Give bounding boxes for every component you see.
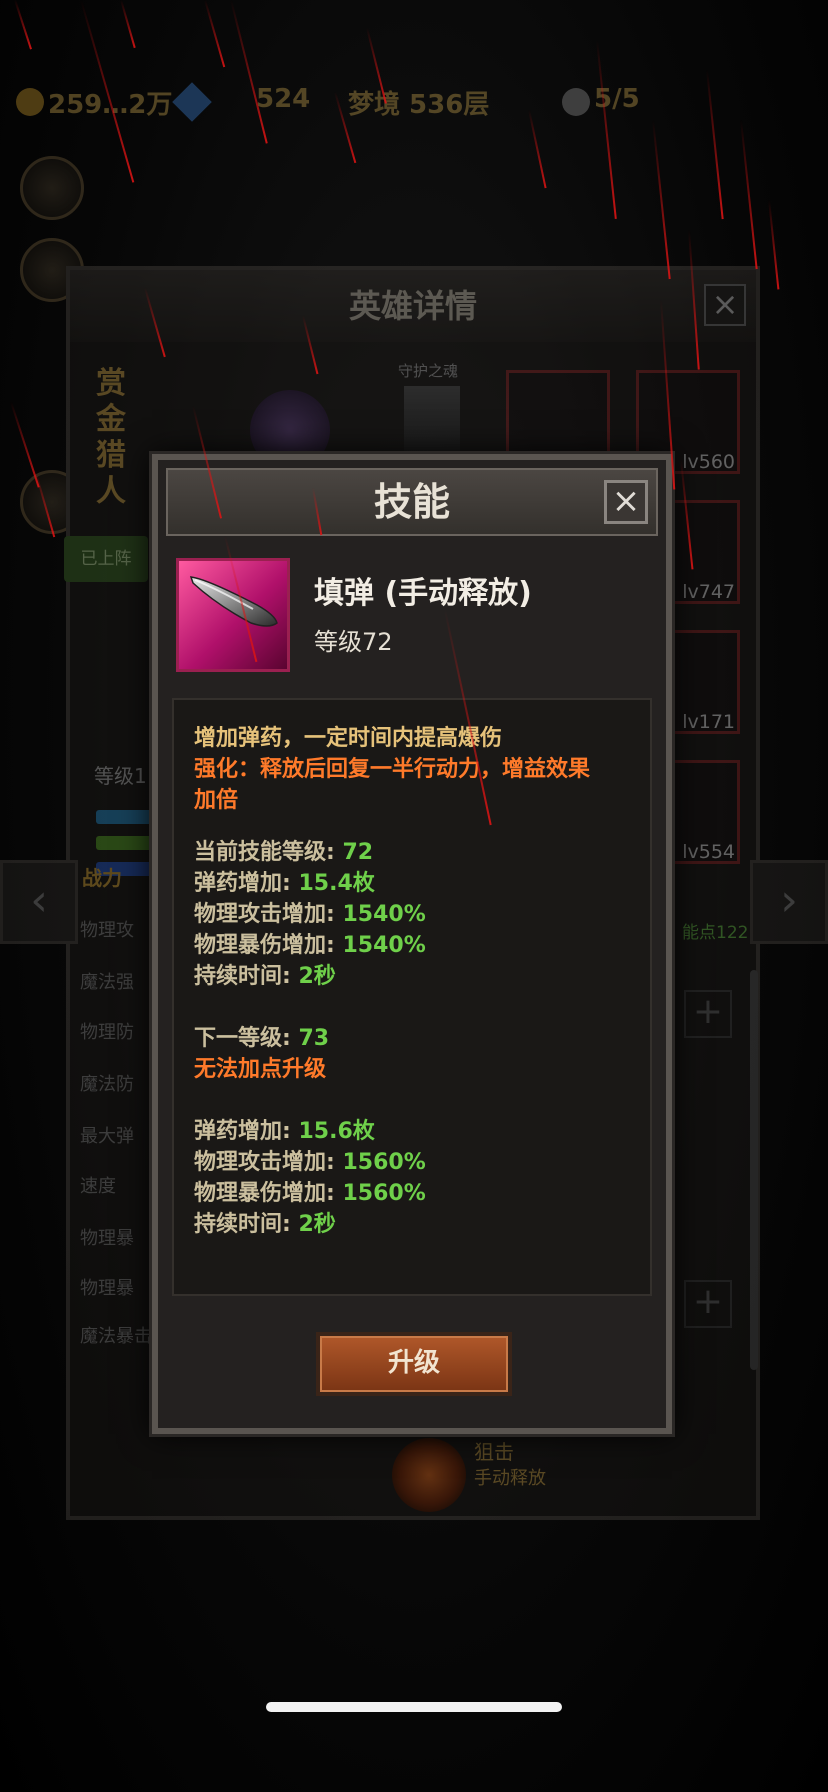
skill-points: 能点122: [682, 923, 749, 943]
duration-label: 持续时间:: [194, 964, 299, 989]
patk-value: 1560%: [342, 1150, 426, 1175]
equipment-level: lv747: [682, 581, 735, 603]
skill-effect-text: 增加弹药，一定时间内提高爆伤: [194, 726, 503, 751]
guard-soul-label: 守护之魂: [398, 362, 459, 380]
stat-bar-green: [96, 836, 156, 850]
combat-power-label: 战力: [82, 866, 122, 890]
patk-label: 物理攻击增加:: [194, 1150, 343, 1175]
skill-modal: 技能 × 填弹 (手动释放) 等级72 增加弹药，一定时间内提高爆伤 强化：释放…: [152, 454, 672, 1434]
add-skill-point-button[interactable]: +: [684, 1280, 732, 1328]
hero-panel-close-button[interactable]: ×: [704, 284, 746, 326]
hero-level-label: 等级1: [94, 764, 147, 788]
duration-label: 持续时间:: [194, 1212, 299, 1237]
current-level-label: 当前技能等级:: [194, 840, 343, 865]
snipe-skill-name: 狙击: [474, 1440, 514, 1464]
current-pcrit-row: 物理暴伤增加: 1540%: [194, 927, 426, 959]
gem-amount: 524: [256, 84, 311, 114]
equipment-level: lv560: [682, 451, 735, 473]
stat-label: 物理防: [80, 1022, 134, 1043]
next-pcrit-row: 物理暴伤增加: 1560%: [194, 1175, 426, 1207]
skill-description: 增加弹药，一定时间内提高爆伤 强化：释放后回复一半行动力，增益效果 加倍 当前技…: [172, 698, 652, 1296]
hero-name: 赏金猎人: [96, 366, 126, 509]
gem-icon: [172, 82, 212, 122]
stat-label: 物理暴: [80, 1278, 134, 1299]
on-field-badge: 已上阵: [64, 536, 148, 582]
current-level-value: 72: [342, 840, 374, 865]
stat-bar-blue: [96, 810, 156, 824]
gold-coin-icon: [16, 88, 44, 116]
duration-value: 2秒: [298, 964, 336, 989]
current-level-row: 当前技能等级: 72: [194, 834, 373, 866]
pcrit-label: 物理暴伤增加:: [194, 1181, 343, 1206]
previous-hero-button[interactable]: ‹: [0, 860, 78, 944]
skull-icon: [562, 88, 590, 116]
patk-value: 1540%: [342, 902, 426, 927]
close-button[interactable]: ×: [604, 480, 648, 524]
enhance-text: 强化：释放后回复一半行动力，增益效果: [194, 757, 591, 782]
stat-label: 物理暴: [80, 1228, 134, 1249]
upgrade-button[interactable]: 升级: [316, 1332, 512, 1396]
next-level-row: 下一等级: 73: [194, 1020, 329, 1052]
guard-soul-icon[interactable]: [404, 386, 460, 456]
next-patk-row: 物理攻击增加: 1560%: [194, 1144, 426, 1176]
ammo-value: 15.4枚: [298, 871, 375, 896]
stat-label: 最大弹: [80, 1126, 134, 1147]
pcrit-label: 物理暴伤增加:: [194, 933, 343, 958]
snipe-skill-icon[interactable]: [392, 1438, 466, 1512]
skill-summary: 填弹 (手动释放) 等级72: [176, 558, 654, 678]
ammo-label: 弹药增加:: [194, 1119, 299, 1144]
stat-label: 魔法防: [80, 1074, 134, 1095]
skill-name: 填弹 (手动释放): [314, 576, 532, 611]
next-hero-button[interactable]: ›: [750, 860, 828, 944]
hero-panel-title: 英雄详情: [70, 270, 756, 342]
skill-modal-title: 技能: [373, 480, 450, 524]
patk-label: 物理攻击增加:: [194, 902, 343, 927]
enhance-text-cont: 加倍: [194, 788, 239, 813]
resource-bar: 259…2万 524 梦境 536层 5/5: [0, 78, 828, 128]
current-patk-row: 物理攻击增加: 1540%: [194, 896, 426, 928]
cannot-upgrade-text: 无法加点升级: [194, 1057, 327, 1082]
stat-label: 魔法强: [80, 972, 134, 993]
skill-level: 等级72: [314, 628, 393, 656]
skill-modal-header: 技能 ×: [166, 468, 658, 536]
equipment-level: lv554: [682, 841, 735, 863]
duration-value: 2秒: [298, 1212, 336, 1237]
snipe-skill-type: 手动释放: [474, 1468, 546, 1489]
equipment-level: lv171: [682, 711, 735, 733]
ammo-value: 15.6枚: [298, 1119, 375, 1144]
stat-label: 物理攻: [80, 920, 134, 941]
pcrit-value: 1540%: [342, 933, 426, 958]
home-indicator[interactable]: [266, 1702, 562, 1712]
skill-list-scrollbar[interactable]: [750, 970, 758, 1370]
add-skill-point-button[interactable]: +: [684, 990, 732, 1038]
next-level-label: 下一等级:: [194, 1026, 299, 1051]
side-avatar[interactable]: [20, 156, 84, 220]
stat-label: 魔法暴击: [80, 1326, 152, 1347]
stat-label: 速度: [80, 1176, 116, 1197]
next-duration-row: 持续时间: 2秒: [194, 1206, 336, 1238]
next-level-value: 73: [298, 1026, 330, 1051]
next-ammo-row: 弹药增加: 15.6枚: [194, 1113, 375, 1145]
current-ammo-row: 弹药增加: 15.4枚: [194, 865, 375, 897]
dream-floor: 梦境 536层: [348, 90, 490, 120]
ammo-label: 弹药增加:: [194, 871, 299, 896]
pcrit-value: 1560%: [342, 1181, 426, 1206]
current-duration-row: 持续时间: 2秒: [194, 958, 336, 990]
